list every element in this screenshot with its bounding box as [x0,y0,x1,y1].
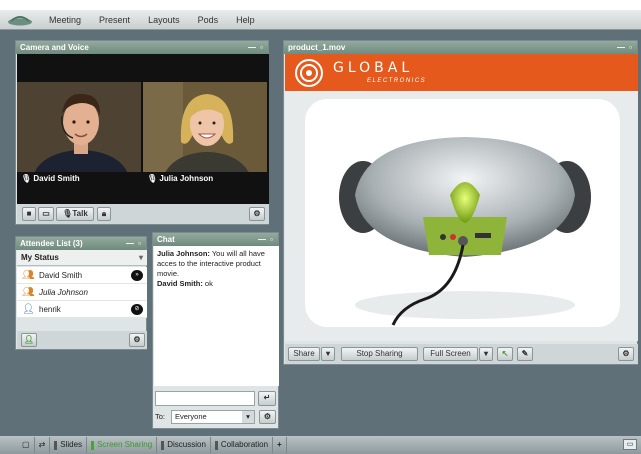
attendee-toolbar: 👤︎ ⚙ [17,331,147,349]
camera-button[interactable]: ▭ [38,207,54,221]
pod-options-button[interactable]: ⚙ [259,410,276,424]
pod-options-button[interactable]: ⚙ [129,333,145,347]
pointer-icon[interactable]: ↖ [497,347,513,361]
presenter-icon: 👥︎ [22,287,35,298]
speech-bubble-icon: » [131,270,143,281]
share-button[interactable]: Share [288,347,320,361]
pod-title: Chat [157,235,175,244]
pod-options-button[interactable]: ⚙ [618,347,634,361]
participant-icon: 👤︎ [22,304,35,315]
layout-tab-bar: ▢ ⇄ Slides Screen Sharing Discussion Col… [0,436,641,454]
brand-subtitle: ELECTRONICS [367,78,427,84]
chat-pod: Chat — ▫ Julia Johnson: You will all hav… [152,232,279,429]
menu-meeting[interactable]: Meeting [49,15,81,25]
global-electronics-logo-icon [295,59,323,87]
my-status-dropdown[interactable]: My Status ▾ [17,250,147,266]
pod-title: product_1.mov [288,43,346,52]
my-status-label: My Status [21,253,59,262]
recipient-select[interactable]: Everyone ▾ [171,410,255,424]
chat-message: David Smith: ok [157,279,213,288]
menu-layouts[interactable]: Layouts [148,15,180,25]
send-message-button[interactable]: ↵ [258,391,276,406]
brand-banner: GLOBAL ELECTRONICS [285,54,638,91]
pod-title: Camera and Voice [20,43,89,52]
full-screen-button[interactable]: Full Screen [423,347,478,361]
stop-status-icon: ⊘ [131,304,143,315]
app-logo-icon[interactable] [0,10,40,30]
participant-name-label: 🎙︎ Julia Johnson [147,174,214,183]
microphone-icon: 🎙︎ [147,174,160,183]
attendee-name: David Smith [39,271,83,280]
attendee-list-pod: Attendee List (3) — ▫ My Status ▾ 👥︎ Dav… [15,236,147,350]
full-screen-dropdown-icon[interactable]: ▾ [479,347,493,361]
talk-button[interactable]: 🎙︎Talk [56,207,94,221]
pod-title-bar[interactable]: Camera and Voice — ▫ [16,41,268,54]
camera-video-area: 🎙︎ David Smith 🎙︎ Julia Johnson [17,54,269,212]
layout-icon[interactable]: ⇄ [35,437,51,453]
attendee-name: Julia Johnson [39,288,88,297]
window-top-strip [0,0,641,10]
chat-toggle-icon[interactable]: ▭ [623,439,637,450]
recipient-value: Everyone [175,412,207,421]
microphone-icon: 🎙︎ [62,209,73,218]
camera-voice-pod: Camera and Voice — ▫ 🎙︎ David Smith 🎙︎ J… [15,40,269,225]
lock-icon[interactable]: 🔒︎ [97,207,111,221]
pod-title-bar[interactable]: product_1.mov — ▫ [284,41,637,54]
annotate-icon[interactable]: ✎ [517,347,533,361]
chat-input[interactable] [155,391,255,406]
webcam-feed-david-smith [17,82,141,210]
add-tab-button[interactable]: + [273,437,287,453]
pod-window-controls[interactable]: — ▫ [126,237,142,250]
tab-collaboration[interactable]: Collaboration [211,437,274,453]
pod-title-bar[interactable]: Attendee List (3) — ▫ [16,237,146,250]
tab-slides[interactable]: Slides [50,437,88,453]
chevron-down-icon[interactable]: ▾ [139,250,143,266]
pod-title: Attendee List (3) [20,239,83,248]
pod-options-button[interactable]: ⚙ [249,207,265,221]
product-video-frame[interactable] [305,99,620,327]
chat-to-label: To: [155,412,166,421]
presenter-icon: 👥︎ [22,270,35,281]
chat-messages: Julia Johnson: You will all have acces t… [154,246,279,386]
participant-name-label: 🎙︎ David Smith [21,174,80,183]
microphone-icon: 🎙︎ [21,174,34,183]
product-device-image [339,137,591,326]
tab-screen-sharing[interactable]: Screen Sharing [87,437,158,453]
add-user-button[interactable]: 👤︎ [21,333,37,347]
pod-window-controls[interactable]: — ▫ [617,41,633,54]
chat-message: Julia Johnson: You will all have acces t… [157,249,265,278]
chevron-down-icon[interactable]: ▾ [242,411,254,423]
menu-present[interactable]: Present [99,15,130,25]
attendee-row[interactable]: 👥︎ Julia Johnson [17,284,147,301]
pod-window-controls[interactable]: — ▫ [248,41,264,54]
menu-pods[interactable]: Pods [198,15,219,25]
stop-camera-button[interactable]: ■ [22,207,36,221]
pod-title-bar[interactable]: Chat — ▫ [153,233,278,246]
menu-help[interactable]: Help [236,15,255,25]
attendee-row[interactable]: 👥︎ David Smith » [17,267,147,284]
menu-bar: Meeting Present Layouts Pods Help [0,10,641,30]
brand-name: GLOBAL [333,60,414,76]
attendee-row[interactable]: 👤︎ henrik ⊘ [17,301,147,318]
tab-discussion[interactable]: Discussion [157,437,211,453]
attendee-name: henrik [39,305,61,314]
camera-toolbar: ■ ▭ 🎙︎Talk 🔒︎ ⚙ [17,204,269,224]
webcam-feed-julia-johnson [143,82,267,212]
share-toolbar: Share ▾ Stop Sharing Full Screen ▾ ↖ ✎ ⚙ [285,344,638,364]
share-dropdown-icon[interactable]: ▾ [321,347,335,361]
video-share-pod: product_1.mov — ▫ GLOBAL ELECTRONICS Sha… [283,40,638,365]
stop-sharing-button[interactable]: Stop Sharing [341,347,418,361]
lock-icon[interactable]: ▢ [18,437,35,453]
pod-window-controls[interactable]: — ▫ [258,233,274,246]
video-stage [285,91,638,341]
